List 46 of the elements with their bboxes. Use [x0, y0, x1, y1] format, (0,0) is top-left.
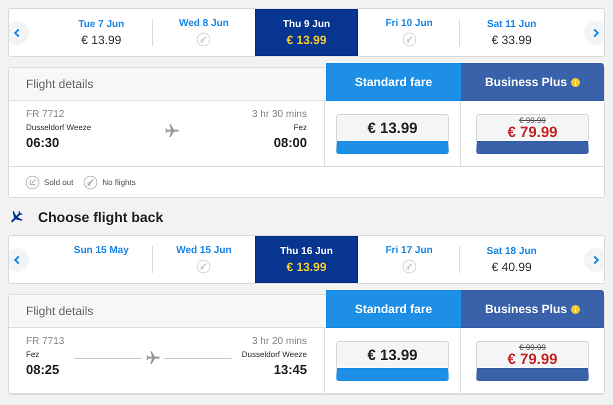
no-flights-icon — [83, 174, 98, 190]
info-icon[interactable] — [571, 304, 580, 314]
no-flights-icon — [196, 259, 212, 274]
departure-time: 06:30 — [26, 135, 60, 150]
date-tab[interactable]: Sun 15 May — [50, 236, 153, 283]
section-heading: Choose flight back — [38, 208, 164, 224]
chevron-left-icon — [9, 248, 29, 272]
column-header: Flight details — [26, 304, 94, 318]
standard-fare-button[interactable]: € 13.99 — [336, 340, 449, 380]
flight-number: FR 7712 — [26, 109, 66, 120]
arrival-airport: Fez — [294, 123, 307, 132]
sold-out-icon — [25, 174, 40, 190]
departure-airport: Dusseldorf Weeze — [26, 123, 92, 132]
column-header: Flight details — [26, 77, 94, 91]
legend-label: No flights — [102, 178, 136, 186]
arrival-time: 08:00 — [274, 135, 307, 150]
date-tab[interactable]: Wed 8 Jun — [152, 9, 256, 56]
legend-label: Sold out — [44, 178, 74, 186]
chevron-right-icon — [584, 20, 604, 44]
business-plus-header[interactable]: Business Plus — [461, 290, 604, 328]
info-icon[interactable] — [571, 78, 580, 86]
no-flights-icon — [402, 259, 417, 274]
airplane-icon — [8, 208, 24, 224]
date-tab[interactable]: Sat 11 Jun € 33.99 — [460, 9, 563, 56]
flight-duration: 3 hr 30 mins — [252, 109, 307, 120]
departure-airport: Fez — [26, 350, 40, 359]
chevron-left-icon — [9, 20, 29, 44]
business-plus-header[interactable]: Business Plus — [461, 63, 604, 101]
date-tab[interactable]: Wed 15 Jun — [152, 236, 256, 283]
date-tab[interactable]: Tue 7 Jun € 13.99 — [50, 9, 153, 56]
date-tab[interactable]: Fri 10 Jun — [358, 9, 460, 56]
standard-fare-button[interactable]: € 13.99 — [336, 114, 449, 154]
flight-number: FR 7713 — [26, 336, 64, 347]
date-tab[interactable]: Sat 18 Jun € 40.99 — [460, 236, 563, 283]
arrival-airport: Dusseldorf Weeze — [242, 350, 307, 359]
business-fare-button[interactable]: € 99.99 € 79.99 — [476, 114, 589, 154]
business-fare-button[interactable]: € 99.99 € 79.99 — [476, 340, 589, 380]
arrival-time: 13:45 — [274, 362, 307, 377]
no-flights-icon — [402, 32, 417, 47]
date-tab[interactable]: Thu 9 Jun € 13.99 — [255, 9, 358, 56]
date-tab[interactable]: Fri 17 Jun — [358, 236, 460, 283]
no-flights-icon — [196, 32, 212, 47]
flight-duration: 3 hr 20 mins — [252, 336, 307, 347]
date-tab[interactable]: Thu 16 Jun € 13.99 — [255, 236, 358, 283]
chevron-right-icon — [584, 248, 604, 272]
departure-time: 08:25 — [26, 362, 60, 377]
